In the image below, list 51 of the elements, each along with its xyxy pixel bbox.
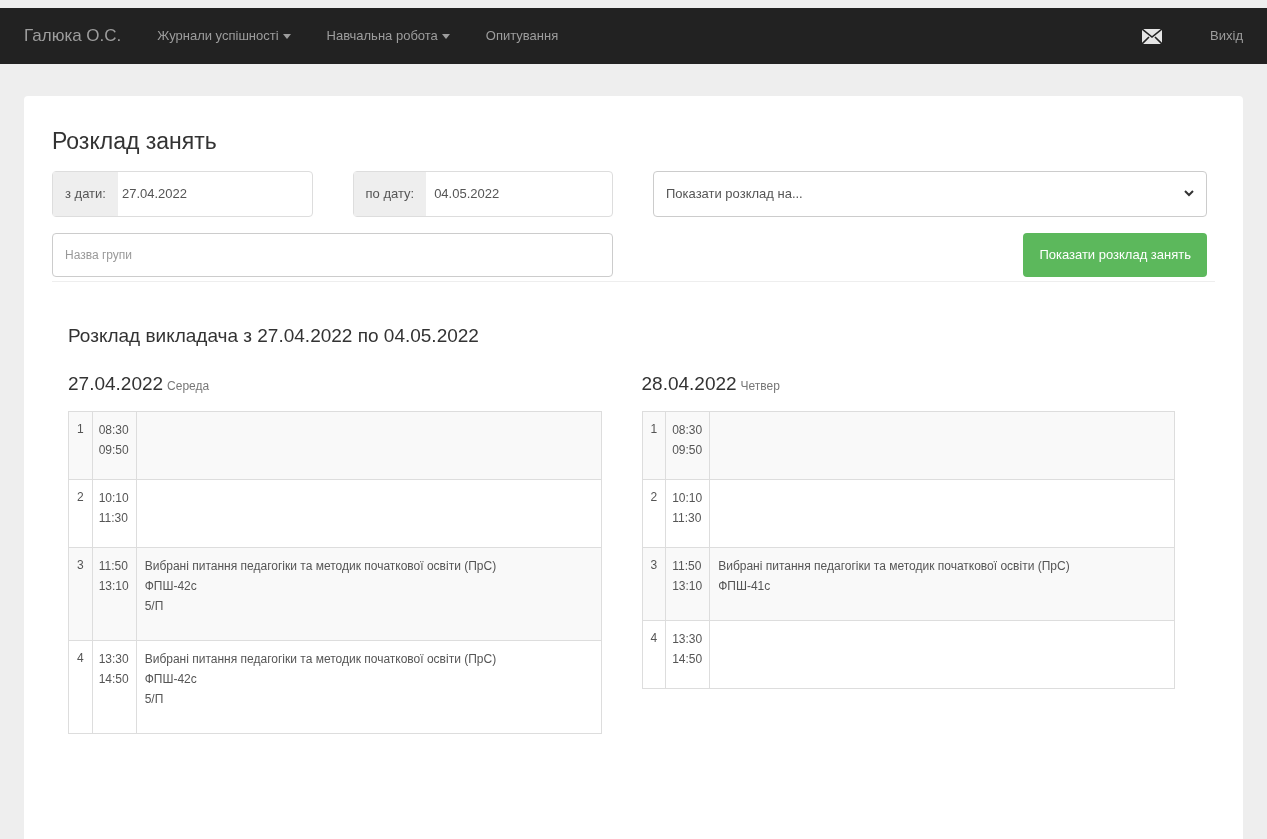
- lesson-number: 4: [77, 650, 84, 665]
- lesson-number: 3: [77, 557, 84, 572]
- lesson-number: 4: [650, 630, 658, 645]
- lesson-number: 3: [650, 557, 658, 572]
- lesson-detail: ФПШ-42с: [144, 577, 198, 595]
- weekday-label: Четвер: [740, 378, 780, 395]
- lesson-number: 1: [77, 421, 84, 436]
- lesson-number: 2: [650, 489, 658, 504]
- lesson-detail: 5/П: [144, 690, 165, 708]
- page-title: Розклад занять: [52, 127, 218, 156]
- end-time: 13:10: [98, 577, 130, 595]
- mail-icon[interactable]: [1142, 28, 1163, 44]
- chevron-down-icon: [1184, 190, 1194, 197]
- end-time: 13:10: [672, 577, 704, 595]
- lesson-detail: ФПШ-41с: [718, 577, 772, 595]
- lesson-number: 2: [77, 489, 84, 504]
- from-date-field[interactable]: з дати: 27.04.2022: [52, 170, 313, 217]
- schedule-title: Розклад викладача з 27.04.2022 по 04.05.2022: [68, 323, 480, 348]
- start-time: 11:50: [672, 557, 703, 575]
- end-time: 09:50: [98, 441, 130, 459]
- day-date: 28.04.2022: [641, 372, 737, 396]
- lesson-detail: Вибрані питання педагогіки та методик початкової освіти (ПрС): [144, 557, 498, 575]
- logout-link[interactable]: Вихід: [1210, 26, 1243, 46]
- lesson-detail: Вибрані питання педагогіки та методик початкової освіти (ПрС): [144, 650, 498, 668]
- to-date-field[interactable]: по дату: 04.05.2022: [352, 170, 613, 217]
- day-date: 27.04.2022: [68, 372, 164, 396]
- lesson-detail: Вибрані питання педагогіки та методик початкової освіти (ПрС): [718, 557, 1071, 575]
- start-time: 13:30: [672, 630, 704, 648]
- caret-icon: [441, 33, 450, 39]
- lesson-number: 1: [650, 421, 658, 436]
- nav-link[interactable]: Навчальна робота: [326, 26, 450, 46]
- brand-link[interactable]: Галюка О.С.: [24, 23, 122, 49]
- start-time: 10:10: [98, 489, 130, 507]
- start-time: 08:30: [672, 421, 704, 439]
- start-time: 08:30: [98, 421, 130, 439]
- end-time: 11:30: [672, 509, 703, 527]
- group-name-field[interactable]: Назва групи: [52, 232, 613, 277]
- nav-link[interactable]: Опитування: [485, 26, 559, 46]
- start-time: 11:50: [98, 557, 129, 575]
- schedule-select[interactable]: Показати розклад на...: [653, 170, 1207, 217]
- caret-icon: [282, 33, 291, 39]
- lesson-detail: 5/П: [144, 597, 165, 615]
- start-time: 13:30: [98, 650, 130, 668]
- nav-link[interactable]: Журнали успішності: [157, 26, 291, 46]
- start-time: 10:10: [672, 489, 704, 507]
- weekday-label: Середа: [167, 378, 210, 395]
- end-time: 09:50: [672, 441, 704, 459]
- lesson-detail: ФПШ-42с: [144, 670, 198, 688]
- end-time: 14:50: [98, 670, 130, 688]
- end-time: 14:50: [672, 650, 704, 668]
- end-time: 11:30: [98, 509, 129, 527]
